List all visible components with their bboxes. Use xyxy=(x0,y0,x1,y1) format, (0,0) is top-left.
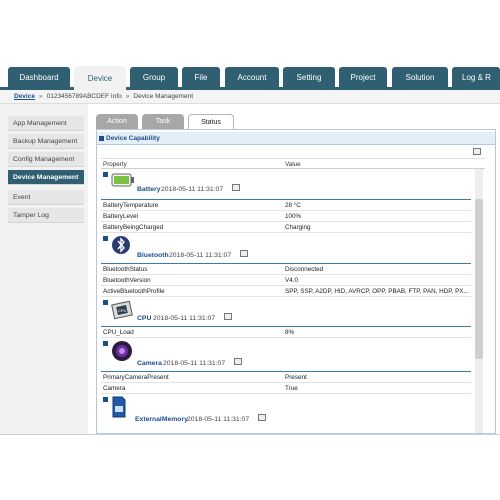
property-value: Charging xyxy=(285,224,311,231)
group-timestamp: 2018-05-11 11:31:07 xyxy=(169,252,232,259)
column-value[interactable]: Value xyxy=(285,161,301,168)
scrollbar[interactable] xyxy=(475,169,483,433)
table-row: CPU_Load 8% xyxy=(101,327,471,338)
group-bluetooth: Bluetooth 2018-05-11 11:31:07 xyxy=(101,233,471,264)
group-name: ExternalMemory xyxy=(135,416,188,423)
memory-card-icon xyxy=(112,396,126,418)
tab-action[interactable]: Action xyxy=(96,114,138,129)
search-icon[interactable] xyxy=(232,184,240,191)
bluetooth-icon xyxy=(112,236,130,254)
group-timestamp: 2018-05-11 11:31:07 xyxy=(161,186,224,193)
table-row: BluetoothVersion V4.0 xyxy=(101,275,471,286)
collapse-icon[interactable] xyxy=(103,341,108,346)
collapse-icon[interactable] xyxy=(103,397,108,402)
top-nav: Dashboard Device Group File Account Sett… xyxy=(0,66,500,90)
group-timestamp: 2018-05-11 11:31:07 xyxy=(163,360,226,367)
column-property[interactable]: Property xyxy=(103,161,127,168)
property-name: BatteryLevel xyxy=(103,213,139,220)
sidebar-item-config-management[interactable]: Config Management xyxy=(8,152,84,167)
group-name: CPU xyxy=(137,315,152,322)
group-external-memory: ExternalMemory 2018-05-11 11:31:07 xyxy=(101,394,471,428)
property-value: V4.0 xyxy=(285,277,298,284)
sidebar: App Management Backup Management Config … xyxy=(0,104,88,434)
breadcrumb-current: Device Management xyxy=(133,93,194,100)
property-name: CPU_Load xyxy=(103,329,134,336)
property-value: SPP, SSP, A2DP, HID, AVRCP, OPP, PBAB, F… xyxy=(285,288,469,295)
tab-device[interactable]: Device xyxy=(74,66,126,90)
property-name: PrimaryCameraPresent xyxy=(103,374,169,381)
group-timestamp: 2018-05-11 11:31:07 xyxy=(187,416,250,423)
breadcrumb-separator: » xyxy=(38,93,43,100)
property-name: ActiveBluetoothProfile xyxy=(103,288,165,295)
search-icon[interactable] xyxy=(258,414,266,421)
sidebar-item-backup-management[interactable]: Backup Management xyxy=(8,134,84,149)
group-camera: Camera 2018-05-11 11:31:07 xyxy=(101,338,471,372)
panel-header: Device Capability xyxy=(97,132,495,145)
grid-header: Property Value xyxy=(101,158,485,169)
search-icon[interactable] xyxy=(224,313,232,320)
table-row: PrimaryCameraPresent Present xyxy=(101,372,471,383)
table-row: Camera True xyxy=(101,383,471,394)
svg-text:CPU: CPU xyxy=(118,308,127,313)
property-name: BatteryTemperature xyxy=(103,202,159,209)
table-row: BatteryTemperature 28 °C xyxy=(101,200,471,211)
breadcrumb-device-link[interactable]: Device xyxy=(14,93,35,100)
property-value: Present xyxy=(285,374,307,381)
search-icon[interactable] xyxy=(234,358,242,365)
group-name: Bluetooth xyxy=(137,252,169,259)
collapse-icon[interactable] xyxy=(103,300,108,305)
group-name: Battery xyxy=(137,186,161,193)
tab-log-report[interactable]: Log & R xyxy=(452,67,500,88)
tab-file[interactable]: File xyxy=(182,67,220,88)
breadcrumb-separator: » xyxy=(125,93,130,100)
table-row: BatteryLevel 100% xyxy=(101,211,471,222)
table-row: BluetoothStatus Disconnected xyxy=(101,264,471,275)
breadcrumb-device-id: 0123456789ABCDEF Info xyxy=(46,93,122,100)
property-value: True xyxy=(285,385,298,392)
collapse-icon[interactable] xyxy=(103,236,108,241)
tab-account[interactable]: Account xyxy=(225,67,279,88)
property-name: BatteryBeingCharged xyxy=(103,224,164,231)
breadcrumb: Device » 0123456789ABCDEF Info » Device … xyxy=(0,90,500,104)
search-icon[interactable] xyxy=(240,250,248,257)
group-timestamp: 2018-05-11 11:31:07 xyxy=(153,315,216,322)
property-value: 28 °C xyxy=(285,202,301,209)
scrollbar-thumb[interactable] xyxy=(475,199,483,359)
sidebar-item-event[interactable]: Event xyxy=(8,190,84,205)
search-icon[interactable] xyxy=(473,148,481,155)
tab-solution[interactable]: Solution xyxy=(392,67,448,88)
group-battery: Battery 2018-05-11 11:31:07 xyxy=(101,169,471,200)
cpu-icon: CPU xyxy=(111,300,133,320)
camera-icon xyxy=(112,341,132,361)
capability-list: Battery 2018-05-11 11:31:07 BatteryTempe… xyxy=(101,169,471,433)
table-row: ActiveBluetoothProfile SPP, SSP, A2DP, HI… xyxy=(101,286,471,297)
device-capability-panel: Device Capability Property Value Battery… xyxy=(96,129,496,434)
property-name: Camera xyxy=(103,385,126,392)
property-name: BluetoothStatus xyxy=(103,266,148,273)
main-content: Action Task Status Device Capability Pro… xyxy=(88,104,500,434)
tab-dashboard[interactable]: Dashboard xyxy=(8,67,70,88)
sidebar-item-app-management[interactable]: App Management xyxy=(8,116,84,131)
sidebar-item-device-management[interactable]: Device Management xyxy=(8,170,84,185)
table-row: BatteryBeingCharged Charging xyxy=(101,222,471,233)
property-name: BluetoothVersion xyxy=(103,277,151,284)
collapse-icon[interactable] xyxy=(99,136,104,141)
property-value: 100% xyxy=(285,213,302,220)
battery-icon xyxy=(111,173,134,187)
group-name: Camera xyxy=(137,360,162,367)
divider xyxy=(0,434,500,435)
property-value: Disconnected xyxy=(285,266,324,273)
sidebar-item-tamper-log[interactable]: Tamper Log xyxy=(8,208,84,223)
tab-task[interactable]: Task xyxy=(142,114,184,129)
tab-setting[interactable]: Setting xyxy=(283,67,335,88)
panel-title: Device Capability xyxy=(106,134,160,142)
tab-status[interactable]: Status xyxy=(188,114,234,130)
collapse-icon[interactable] xyxy=(103,172,108,177)
tab-project[interactable]: Project xyxy=(339,67,387,88)
tab-group[interactable]: Group xyxy=(130,67,178,88)
property-value: 8% xyxy=(285,329,295,336)
group-cpu: CPU CPU 2018-05-11 11:31:07 xyxy=(101,297,471,327)
